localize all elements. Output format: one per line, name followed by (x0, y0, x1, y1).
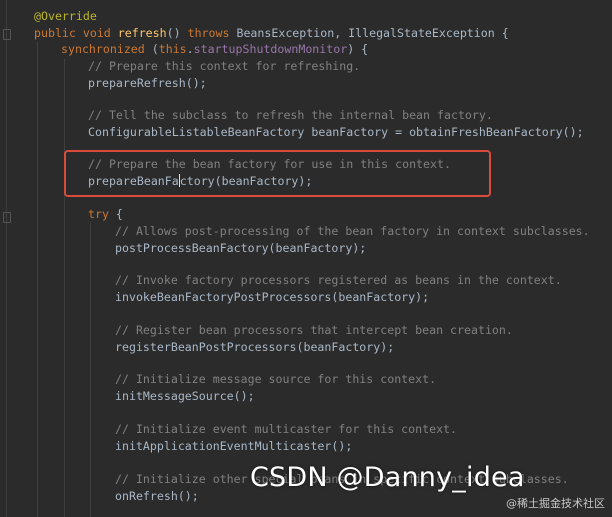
code-token: ( (151, 42, 159, 56)
code-line[interactable]: try { (88, 206, 123, 223)
code-token: // Initialize message source for this co… (115, 372, 437, 386)
code-line[interactable]: postProcessBeanFactory(beanFactory); (115, 240, 366, 257)
code-token: initMessageSource(); (115, 389, 255, 403)
fold-marker-icon[interactable] (3, 29, 11, 40)
code-token: // Prepare this context for refreshing. (88, 59, 361, 73)
code-line[interactable]: @Override (34, 8, 97, 25)
code-token: prepareRefresh(); (88, 76, 207, 90)
code-token: public void (34, 26, 118, 40)
code-token: initApplicationEventMulticaster(); (115, 439, 353, 453)
code-token: // Register bean processors that interce… (115, 323, 513, 337)
code-line[interactable]: // Register bean processors that interce… (115, 322, 513, 339)
fold-marker-icon[interactable] (3, 212, 11, 223)
code-line[interactable]: invokeBeanFactoryPostProcessors(beanFact… (115, 289, 429, 306)
code-token: ConfigurableListableBeanFactory beanFact… (88, 125, 584, 139)
indent-guide (37, 42, 38, 517)
highlight-box (64, 150, 491, 197)
code-line[interactable]: synchronized (this.startupShutdownMonito… (61, 41, 368, 58)
code-token: postProcessBeanFactory(beanFactory); (115, 241, 367, 255)
code-line[interactable]: // Initialize event multicaster for this… (115, 421, 457, 438)
code-token: // Tell the subclass to refresh the inte… (88, 108, 493, 122)
code-line[interactable]: initMessageSource(); (115, 388, 255, 405)
code-editor[interactable]: @Override public void refresh() throws Be… (0, 0, 612, 517)
gutter-divider (6, 0, 7, 517)
code-line[interactable]: ConfigurableListableBeanFactory beanFact… (88, 124, 584, 141)
code-token: synchronized (61, 42, 152, 56)
code-line[interactable]: // Initialize message source for this co… (115, 371, 436, 388)
code-line[interactable]: // Invoke factory processors registered … (115, 272, 562, 289)
code-token: this (158, 42, 187, 56)
code-token: refresh (117, 26, 167, 40)
code-token: ) { (347, 42, 369, 56)
code-line[interactable]: onRefresh(); (115, 488, 199, 505)
code-token: startupShutdownMonitor (193, 42, 348, 56)
code-token: // Invoke factory processors registered … (115, 273, 562, 287)
code-token: try (88, 207, 116, 221)
code-token: // Allows post-processing of the bean fa… (115, 224, 590, 238)
code-line[interactable]: // Prepare this context for refreshing. (88, 58, 360, 75)
watermark-sub: @稀土掘金技术社区 (506, 497, 605, 510)
code-token: BeansException, IllegalStateException { (236, 26, 509, 40)
code-line[interactable]: prepareRefresh(); (88, 75, 207, 92)
code-line[interactable]: // Tell the subclass to refresh the inte… (88, 107, 493, 124)
code-token: registerBeanPostProcessors(beanFactory); (115, 340, 395, 354)
watermark: CSDN @Danny_idea (250, 462, 525, 493)
indent-guide (90, 222, 91, 517)
code-line[interactable]: registerBeanPostProcessors(beanFactory); (115, 339, 394, 356)
code-token: onRefresh(); (115, 489, 199, 503)
code-line[interactable]: public void refresh() throws BeansExcept… (34, 25, 509, 42)
code-token: // Initialize event multicaster for this… (115, 422, 458, 436)
code-line[interactable]: // Allows post-processing of the bean fa… (115, 223, 590, 240)
code-token: invokeBeanFactoryPostProcessors(beanFact… (115, 290, 430, 304)
code-token: { (115, 207, 123, 221)
indent-guide (64, 59, 65, 517)
code-line[interactable]: initApplicationEventMulticaster(); (115, 438, 352, 455)
code-token: throws (187, 26, 237, 40)
code-token: @Override (34, 9, 97, 23)
code-token: () (166, 26, 188, 40)
code-token: . (186, 42, 194, 56)
